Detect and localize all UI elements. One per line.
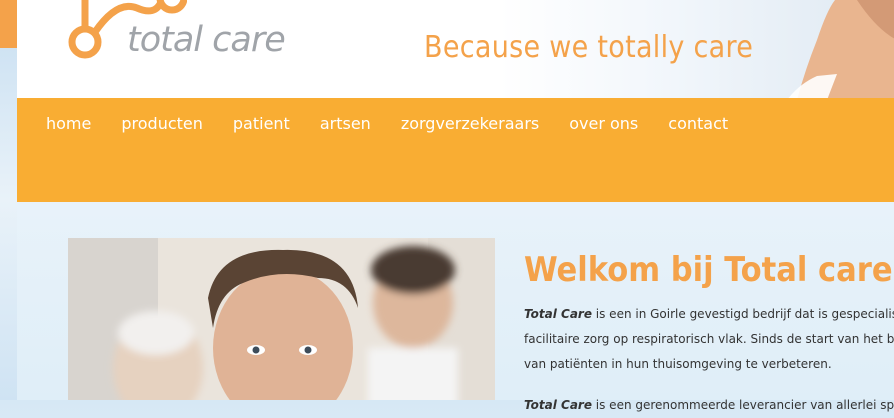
hero-photo — [68, 238, 495, 400]
nav-item-over-ons[interactable]: over ons — [569, 114, 638, 133]
paragraph-text: is een in Goirle gevestigd bedrijf dat i… — [591, 307, 894, 321]
nav-item-home[interactable]: home — [46, 114, 91, 133]
brand-name: Total Care — [524, 398, 592, 412]
page-title: Welkom bij Total care — [524, 250, 893, 290]
paragraph-text: van patiënten in hun thuisomgeving te ve… — [524, 357, 832, 371]
background-sky-left — [0, 0, 17, 400]
nav-item-patient[interactable]: patient — [233, 114, 290, 133]
main-navigation: home producten patient artsen zorgverzek… — [17, 98, 894, 202]
nav-item-zorgverzekeraars[interactable]: zorgverzekeraars — [401, 114, 539, 133]
header-photo-person — [788, 0, 894, 98]
nav-item-contact[interactable]: contact — [668, 114, 728, 133]
welcome-section: Welkom bij Total care Total Care is een … — [524, 250, 894, 418]
nav-item-artsen[interactable]: artsen — [320, 114, 371, 133]
nav-item-producten[interactable]: producten — [121, 114, 203, 133]
paragraph-text: facilitaire zorg op respiratorisch vlak.… — [524, 332, 894, 346]
intro-paragraph: Total Care is een in Goirle gevestigd be… — [524, 302, 894, 377]
tagline: Because we totally care — [424, 30, 754, 65]
brand-name: Total Care — [524, 307, 592, 321]
logo-text[interactable]: total care — [127, 20, 286, 60]
second-paragraph: Total Care is een gerenommeerde leveranc… — [524, 393, 894, 418]
paragraph-text: is een gerenommeerde leverancier van all… — [591, 398, 894, 412]
site-header: total care Because we totally care — [17, 0, 894, 98]
